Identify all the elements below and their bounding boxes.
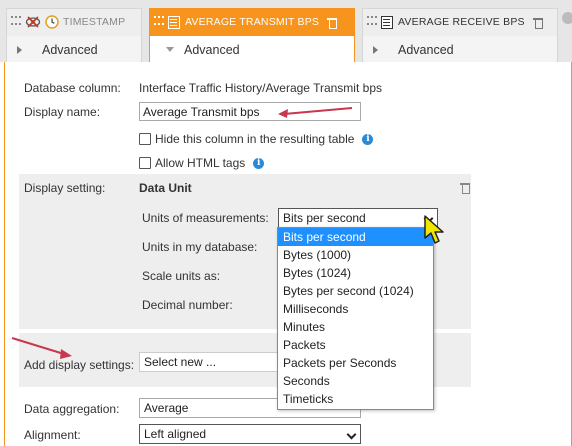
dropdown-option[interactable]: Packets per Seconds: [278, 354, 433, 372]
collapse-arrow-icon: [166, 47, 174, 52]
clock-icon: [45, 15, 59, 29]
hidden-eye-icon: [25, 16, 41, 28]
alignment-value: Left aligned: [144, 427, 207, 441]
database-column-value: Interface Traffic History/Average Transm…: [139, 81, 382, 95]
dropdown-option[interactable]: Packets: [278, 336, 433, 354]
tab-average-receive-title: AVERAGE RECEIVE BPS: [398, 16, 525, 28]
allow-html-label: Allow HTML tags: [155, 156, 246, 170]
column-tab-strip: TIMESTAMP Advanced AVERAGE TRANSMIT BPS …: [0, 0, 572, 63]
tab-average-transmit-header: AVERAGE TRANSMIT BPS: [150, 9, 354, 35]
allow-html-checkbox[interactable]: [139, 157, 151, 169]
dropdown-option[interactable]: Bytes (1024): [278, 264, 433, 282]
trash-icon[interactable]: [532, 17, 543, 29]
display-setting-label: Display setting:: [24, 181, 106, 195]
info-icon[interactable]: i: [253, 157, 265, 169]
display-name-label: Display name:: [24, 105, 101, 119]
allow-html-row: Allow HTML tags i: [139, 156, 265, 170]
hide-column-checkbox[interactable]: [139, 133, 151, 145]
dropdown-option[interactable]: Bits per second: [278, 228, 433, 246]
advanced-label: Advanced: [42, 42, 98, 57]
add-display-label: Add display settings:: [24, 358, 135, 372]
dropdown-option[interactable]: Timeticks: [278, 390, 433, 408]
alignment-select[interactable]: Left aligned: [139, 424, 361, 444]
trash-icon[interactable]: [327, 17, 338, 29]
units-measure-value: Bits per second: [283, 211, 366, 225]
display-setting-name: Data Unit: [139, 181, 192, 195]
aggregation-label: Data aggregation:: [24, 402, 120, 416]
expand-arrow-icon: [17, 45, 22, 54]
drag-handle-icon[interactable]: [154, 16, 164, 28]
dropdown-option[interactable]: Minutes: [278, 318, 433, 336]
alignment-label: Alignment:: [24, 428, 81, 442]
hide-column-label: Hide this column in the resulting table: [155, 132, 355, 146]
units-dropdown-list[interactable]: Bits per second Bytes (1000) Bytes (1024…: [277, 227, 434, 410]
decimal-label: Decimal number:: [142, 298, 233, 312]
add-display-value: Select new ...: [144, 355, 217, 369]
aggregation-value: Average: [144, 401, 189, 415]
advanced-label: Advanced: [398, 42, 454, 57]
dropdown-option[interactable]: Bytes per second (1024): [278, 282, 433, 300]
calculator-icon: [381, 15, 393, 29]
drag-handle-icon[interactable]: [11, 16, 21, 28]
chevron-down-icon: [423, 213, 434, 224]
dropdown-option[interactable]: Seconds: [278, 372, 433, 390]
tab-average-receive-header: AVERAGE RECEIVE BPS: [363, 9, 557, 35]
tab-average-transmit-advanced-toggle[interactable]: Advanced: [150, 36, 354, 63]
dropdown-option[interactable]: Milliseconds: [278, 300, 433, 318]
chevron-down-icon: [346, 429, 357, 440]
tab-timestamp[interactable]: TIMESTAMP Advanced: [6, 8, 142, 63]
tab-timestamp-title: TIMESTAMP: [63, 16, 126, 28]
units-measure-label: Units of measurements:: [142, 211, 269, 225]
tab-average-transmit-title: AVERAGE TRANSMIT BPS: [185, 16, 320, 28]
tab-timestamp-advanced-toggle[interactable]: Advanced: [7, 36, 141, 63]
tab-average-transmit-bps[interactable]: AVERAGE TRANSMIT BPS Advanced: [149, 8, 355, 63]
tab-average-receive-bps[interactable]: AVERAGE RECEIVE BPS Advanced: [362, 8, 558, 63]
units-db-label: Units in my database:: [142, 240, 258, 254]
hide-column-row: Hide this column in the resulting table …: [139, 132, 374, 146]
advanced-label: Advanced: [184, 42, 240, 57]
drag-handle-icon[interactable]: [367, 16, 377, 28]
calculator-icon: [168, 15, 180, 29]
scale-label: Scale units as:: [142, 269, 221, 283]
units-measure-select[interactable]: Bits per second: [278, 208, 438, 228]
display-name-input[interactable]: [139, 102, 361, 121]
info-icon[interactable]: i: [362, 133, 374, 145]
scroll-edge-icon[interactable]: [562, 12, 572, 24]
tab-average-receive-advanced-toggle[interactable]: Advanced: [363, 36, 557, 63]
expand-arrow-icon: [373, 45, 378, 54]
dropdown-option[interactable]: Bytes (1000): [278, 246, 433, 264]
database-column-label: Database column:: [24, 81, 121, 95]
remove-setting-trash-icon[interactable]: [460, 182, 470, 194]
tab-timestamp-header: TIMESTAMP: [7, 9, 141, 35]
